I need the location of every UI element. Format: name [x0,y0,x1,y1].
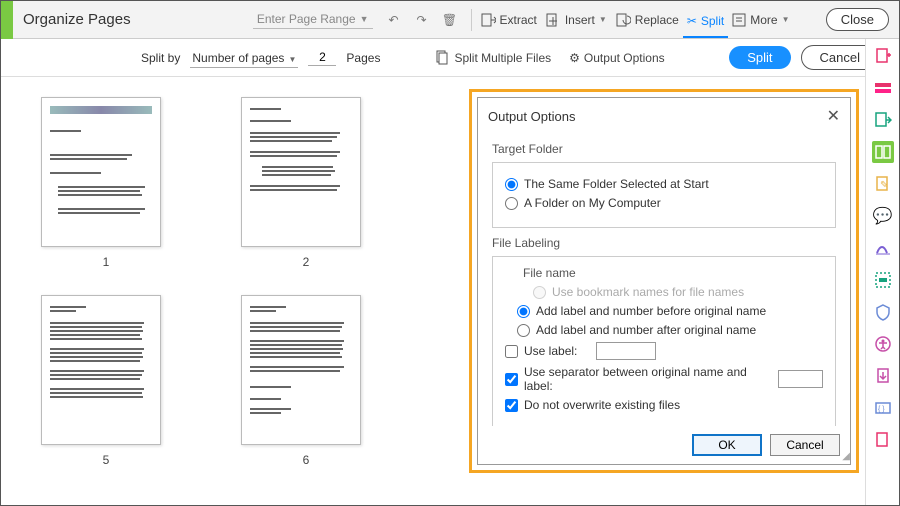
label-text-input[interactable] [596,342,656,360]
history-icons: ↶ ↷ 🗑 [383,9,476,31]
page-count-input[interactable] [308,49,336,66]
top-toolbar: Organize Pages Enter Page Range ▼ ↶ ↷ 🗑 … [1,1,899,39]
more-icon [732,13,746,27]
close-button[interactable]: Close [826,8,889,31]
caret-down-icon: ▼ [360,14,369,24]
combine-icon[interactable] [872,77,894,99]
page-number: 1 [41,255,171,269]
organize-pages-icon[interactable] [872,141,894,163]
output-options-dialog: Output Options ✕ Target Folder The Same … [477,97,851,465]
split-by-label: Split by [141,51,180,65]
close-icon[interactable]: ✕ [827,106,840,126]
resize-grip[interactable]: ◢ [842,451,848,462]
no-overwrite-checkbox[interactable] [505,399,518,412]
optimize-icon[interactable] [872,365,894,387]
use-label-option[interactable]: Use label: [505,342,823,360]
split-options-bar: Split by Number of pages ▼ Pages Split M… [1,39,899,77]
caret-down-icon: ▼ [782,15,790,24]
replace-label: Replace [635,13,679,27]
extract-icon [480,12,496,28]
output-options-label: Output Options [584,51,665,65]
page-range-input[interactable]: Enter Page Range ▼ [253,10,373,29]
my-computer-radio[interactable] [505,197,518,210]
caret-down-icon: ▼ [289,55,297,64]
page-thumbnail[interactable]: 6 [241,295,371,467]
insert-button[interactable]: Insert ▼ [541,10,611,30]
label-before-option[interactable]: Add label and number before original nam… [517,304,823,318]
dialog-title: Output Options [488,109,575,124]
page-thumbnail[interactable]: 5 [41,295,171,467]
delete-icon[interactable]: 🗑 [439,9,461,31]
target-folder-label: Target Folder [492,142,836,156]
split-multiple-button[interactable]: Split Multiple Files [430,48,555,68]
separator [471,9,472,31]
fill-sign-icon[interactable]: ✎ [872,173,894,195]
label-before-radio[interactable] [517,305,530,318]
use-label-checkbox[interactable] [505,345,518,358]
right-tool-rail: ✎ 💬 { } [865,39,899,505]
files-icon [434,50,450,66]
split-button[interactable]: ✂ Split [683,12,728,38]
page-thumbnail[interactable]: 1 [41,97,171,269]
accessibility-icon[interactable] [872,333,894,355]
split-mode-select[interactable]: Number of pages ▼ [190,51,298,65]
caret-down-icon: ▼ [599,15,607,24]
redo-icon[interactable]: ↷ [411,9,433,31]
create-pdf-icon[interactable] [872,45,894,67]
replace-icon [615,12,631,28]
ok-button[interactable]: OK [692,434,762,456]
separator-text-input[interactable] [778,370,823,388]
replace-button[interactable]: Replace [611,10,683,30]
undo-icon[interactable]: ↶ [383,9,405,31]
use-separator-option[interactable]: Use separator between original name and … [505,365,823,393]
file-labeling-group: File name Use bookmark names for file na… [492,256,836,426]
my-computer-option[interactable]: A Folder on My Computer [505,196,823,210]
page-thumbnail[interactable]: 2 [241,97,371,269]
split-label: Split [701,14,724,28]
use-separator-checkbox[interactable] [505,373,518,386]
page-number: 6 [241,453,371,467]
javascript-icon[interactable]: { } [872,397,894,419]
cancel-button[interactable]: Cancel [770,434,840,456]
file-name-label: File name [523,266,823,280]
tool-accent [1,1,13,39]
page-range-placeholder: Enter Page Range [257,12,356,26]
page-number: 5 [41,453,171,467]
export-icon[interactable] [872,109,894,131]
label-after-option[interactable]: Add label and number after original name [517,323,823,337]
stamp-icon[interactable] [872,429,894,451]
svg-text:{ }: { } [878,406,885,413]
bookmark-names-radio [533,286,546,299]
gear-icon: ⚙ [569,51,580,65]
sign-icon[interactable] [872,237,894,259]
same-folder-radio[interactable] [505,178,518,191]
extract-label: Extract [500,13,537,27]
target-folder-group: The Same Folder Selected at Start A Fold… [492,162,836,228]
scissors-icon: ✂ [687,14,697,28]
more-label: More [750,13,777,27]
same-folder-option[interactable]: The Same Folder Selected at Start [505,177,823,191]
comment-icon[interactable]: 💬 [872,205,894,227]
label-after-radio[interactable] [517,324,530,337]
no-overwrite-option[interactable]: Do not overwrite existing files [505,398,823,412]
extract-button[interactable]: Extract [476,10,541,30]
page-number: 2 [241,255,371,269]
redact-icon[interactable] [872,269,894,291]
insert-label: Insert [565,13,595,27]
protect-icon[interactable] [872,301,894,323]
bookmark-names-option: Use bookmark names for file names [533,285,823,299]
more-button[interactable]: More ▼ [728,11,793,29]
insert-icon [545,12,561,28]
tool-title: Organize Pages [23,11,131,28]
output-options-highlight: Output Options ✕ Target Folder The Same … [469,89,859,473]
svg-text:✎: ✎ [880,180,888,191]
split-multiple-label: Split Multiple Files [454,51,551,65]
output-options-button[interactable]: ⚙ Output Options [565,49,668,67]
pages-label: Pages [346,51,380,65]
file-labeling-label: File Labeling [492,236,836,250]
split-mode-value: Number of pages [190,49,298,68]
split-action-button[interactable]: Split [729,46,790,69]
